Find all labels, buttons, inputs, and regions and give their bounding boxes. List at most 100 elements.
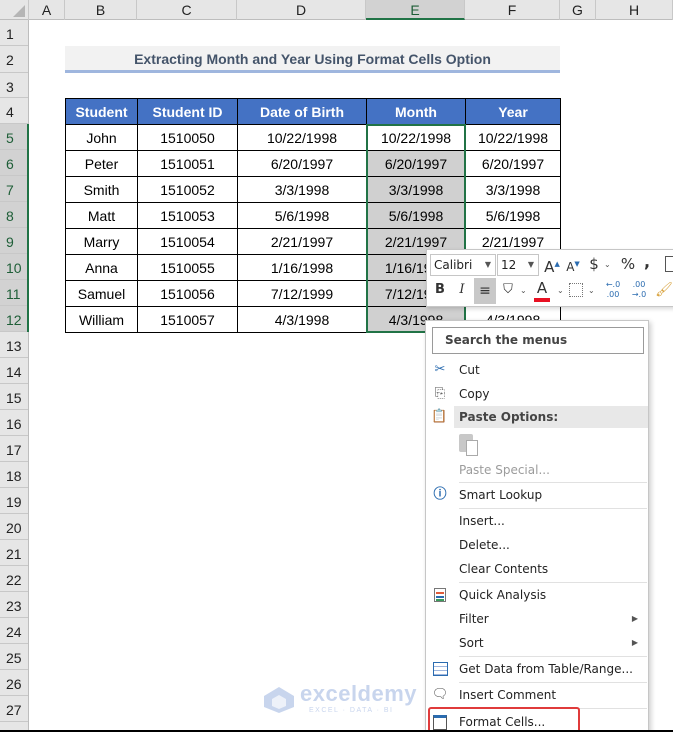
column-header-e[interactable]: E [366,0,465,20]
borders-table-icon[interactable] [665,256,673,272]
cell-student[interactable]: Matt [65,202,138,229]
menu-item-paste-special[interactable]: Paste Special... [426,458,648,482]
cell-date-of-birth[interactable]: 5/6/1998 [237,202,367,229]
comma-style-button[interactable]: , [642,252,652,274]
menu-item-clear-contents[interactable]: Clear Contents [426,557,648,581]
cell-date-of-birth[interactable]: 7/12/1999 [237,280,367,307]
cell-date-of-birth[interactable]: 1/16/1998 [237,254,367,281]
increase-font-size-button[interactable]: A▲ [543,254,561,276]
menu-item-insert-comment[interactable]: 🗨 Insert Comment [426,683,648,707]
cell-student-id[interactable]: 1510051 [137,150,238,177]
row-header-18[interactable]: 18 [0,462,28,488]
row-header-9[interactable]: 9 [0,228,28,254]
row-header-2[interactable]: 2 [0,46,28,73]
menu-item-copy[interactable]: ⎘ Copy [426,382,648,406]
menu-item-delete[interactable]: Delete... [426,533,648,557]
fill-color-button[interactable]: ⛉ [499,280,517,302]
menu-item-filter[interactable]: Filter ▶ [426,607,648,631]
row-header-12[interactable]: 12 [0,306,28,332]
row-header-17[interactable]: 17 [0,436,28,462]
menu-item-smart-lookup[interactable]: ⓘ Smart Lookup [426,483,648,507]
row-header-22[interactable]: 22 [0,566,28,592]
row-header-26[interactable]: 26 [0,670,28,696]
format-painter-button[interactable]: 🖌 [655,280,673,302]
cell-student[interactable]: William [65,306,138,333]
cell-student-id[interactable]: 1510054 [137,228,238,255]
header-date-of-birth[interactable]: Date of Birth [237,98,367,125]
row-header-16[interactable]: 16 [0,410,28,436]
row-header-20[interactable]: 20 [0,514,28,540]
row-header-25[interactable]: 25 [0,644,28,670]
column-header-h[interactable]: H [596,0,673,20]
cell-student-id[interactable]: 1510055 [137,254,238,281]
cell-student[interactable]: Samuel [65,280,138,307]
cell-student[interactable]: John [65,124,138,151]
row-header-23[interactable]: 23 [0,592,28,618]
font-color-button[interactable]: A [533,278,551,302]
chevron-down-icon[interactable]: ⌄ [557,280,564,302]
decrease-decimal-button[interactable]: .00 →.0 [629,280,649,302]
column-header-c[interactable]: C [137,0,237,20]
row-header-10[interactable]: 10 [0,254,28,280]
bold-button[interactable]: B [431,280,449,302]
row-header-24[interactable]: 24 [0,618,28,644]
search-menus-input[interactable]: Search the menus [432,327,644,354]
percent-style-button[interactable]: % [620,254,636,276]
row-header-14[interactable]: 14 [0,358,28,384]
cell-year[interactable]: 10/22/1998 [465,124,561,151]
cell-student[interactable]: Anna [65,254,138,281]
menu-item-insert[interactable]: Insert... [426,509,648,533]
cell-month[interactable]: 10/22/1998 [366,124,466,151]
cell-date-of-birth[interactable]: 10/22/1998 [237,124,367,151]
column-header-g[interactable]: G [560,0,596,20]
currency-format-button[interactable]: $ [587,254,601,276]
cell-student[interactable]: Marry [65,228,138,255]
cell-year[interactable]: 3/3/1998 [465,176,561,203]
center-align-button[interactable]: ≡ [474,278,496,304]
menu-item-cut[interactable]: ✂ Cut [426,358,648,382]
column-header-b[interactable]: B [65,0,137,20]
italic-button[interactable]: I [453,280,471,302]
row-header-7[interactable]: 7 [0,176,28,202]
chevron-down-icon[interactable]: ⌄ [520,280,527,302]
cell-student-id[interactable]: 1510056 [137,280,238,307]
cell-student-id[interactable]: 1510050 [137,124,238,151]
font-name-dropdown[interactable]: Calibri ▼ [430,254,496,276]
row-header-13[interactable]: 13 [0,332,28,358]
cell-date-of-birth[interactable]: 4/3/1998 [237,306,367,333]
column-header-f[interactable]: F [465,0,560,20]
cell-student-id[interactable]: 1510053 [137,202,238,229]
row-header-11[interactable]: 11 [0,280,28,306]
cell-month[interactable]: 3/3/1998 [366,176,466,203]
row-header-19[interactable]: 19 [0,488,28,514]
borders-icon[interactable] [569,283,583,297]
cell-year[interactable]: 5/6/1998 [465,202,561,229]
paste-button[interactable] [459,431,481,457]
row-header-21[interactable]: 21 [0,540,28,566]
cell-student-id[interactable]: 1510052 [137,176,238,203]
chevron-down-icon[interactable]: ⌄ [588,280,595,302]
column-header-a[interactable]: A [29,0,65,20]
cell-date-of-birth[interactable]: 3/3/1998 [237,176,367,203]
cell-student-id[interactable]: 1510057 [137,306,238,333]
cell-student[interactable]: Peter [65,150,138,177]
menu-item-get-data[interactable]: Get Data from Table/Range... [426,657,648,681]
header-year[interactable]: Year [465,98,561,125]
header-student-id[interactable]: Student ID [137,98,238,125]
row-header-27[interactable]: 27 [0,696,28,722]
row-header-1[interactable]: 1 [0,20,28,46]
decrease-font-size-button[interactable]: A▼ [565,254,581,276]
cell-month[interactable]: 5/6/1998 [366,202,466,229]
column-header-d[interactable]: D [237,0,366,20]
cell-year[interactable]: 6/20/1997 [465,150,561,177]
chevron-down-icon[interactable]: ⌄ [604,254,611,276]
increase-decimal-button[interactable]: ←.0.00 [603,280,623,302]
menu-item-sort[interactable]: Sort ▶ [426,631,648,655]
row-header-15[interactable]: 15 [0,384,28,410]
cell-date-of-birth[interactable]: 2/21/1997 [237,228,367,255]
header-month[interactable]: Month [366,98,466,125]
cell-date-of-birth[interactable]: 6/20/1997 [237,150,367,177]
font-size-dropdown[interactable]: 12 ▼ [497,254,539,276]
header-student[interactable]: Student [65,98,138,125]
row-header-3[interactable]: 3 [0,73,28,98]
